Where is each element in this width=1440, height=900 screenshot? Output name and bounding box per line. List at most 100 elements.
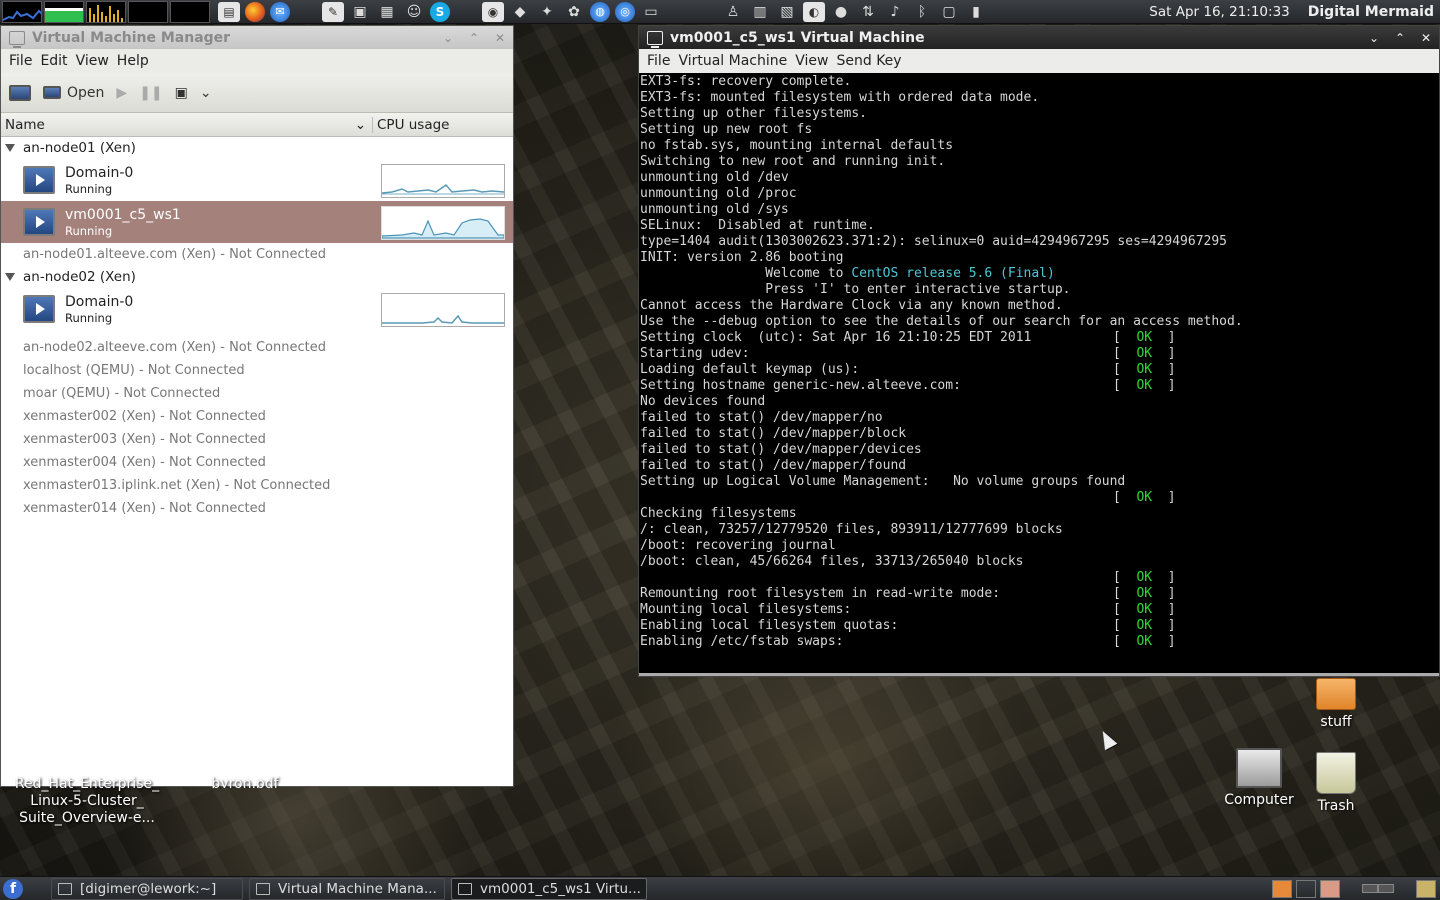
taskbar-button[interactable]: Virtual Machine Mana... [249,877,445,900]
vm-row-selected[interactable]: vm0001_c5_ws1 Running [1,201,513,243]
menu-file[interactable]: File [5,53,36,69]
window-icon[interactable] [1320,879,1340,898]
workspace-switcher[interactable] [1362,884,1394,893]
connection-row[interactable]: an-node02.alteeve.com (Xen) - Not Connec… [1,336,513,359]
calculator-icon[interactable]: ▦ [376,2,398,22]
ok-status: [ OK ] [1113,490,1176,505]
cpu-monitor-graph[interactable] [2,0,42,23]
firefox-icon[interactable]: ● [245,1,265,22]
run-button[interactable]: ▶ [116,85,127,101]
show-desktop-icon[interactable] [1416,879,1436,898]
user-menu[interactable]: Digital Mermaid [1308,4,1434,20]
drive-icon[interactable]: ▥ [749,2,771,22]
console-line: /boot: recovering journal [640,538,1439,554]
expander-icon[interactable] [5,144,15,152]
bluetooth-icon[interactable]: ᛒ [911,2,933,22]
skype-icon[interactable]: S [430,1,450,22]
console-line: failed to stat() /dev/mapper/devices [640,442,1439,458]
host-row[interactable]: an-node01 (Xen) [1,137,513,159]
new-vm-button[interactable] [9,84,31,101]
pause-button[interactable]: ❚❚ [139,85,162,101]
load-monitor-graph[interactable] [170,0,210,23]
notes-icon[interactable]: ◉ [482,1,504,22]
menu-send-key[interactable]: Send Key [832,53,905,69]
network-sphere-icon[interactable]: ◍ [590,1,610,22]
pidgin-icon[interactable]: ☺ [403,2,425,22]
maximize-icon[interactable]: ⌃ [461,31,487,45]
terminal-icon[interactable]: ▤ [218,1,240,22]
vm-row[interactable]: Domain-0 Running [1,288,513,330]
column-cpu[interactable]: CPU usage [373,117,449,133]
text-editor-icon[interactable]: ✎ [322,1,344,22]
connection-row[interactable]: xenmaster004 (Xen) - Not Connected [1,451,513,474]
desktop-icon-stuff[interactable]: stuff [1310,678,1362,730]
menu-help[interactable]: Help [113,53,153,69]
menu-edit[interactable]: Edit [36,53,71,69]
menu-virtual-machine[interactable]: Virtual Machine [674,53,791,69]
fedora-menu-icon[interactable]: f [3,878,23,899]
firefox-window-icon[interactable] [1272,879,1292,898]
console-icon[interactable]: ▣ [349,2,371,22]
taskbar-button[interactable]: [digimer@lework:~] [51,877,243,900]
taskbar-label: [digimer@lework:~] [80,880,217,897]
image-viewer-icon[interactable]: ✿ [563,2,585,22]
vm-titlebar[interactable]: vm0001_c5_ws1 Virtual Machine ⌄ ⌃ ✕ [639,26,1439,49]
workspace-2[interactable] [1378,884,1394,893]
column-name[interactable]: Name ⌄ [1,116,373,133]
desktop-document-label[interactable]: byron.pdf [205,776,285,788]
connection-row[interactable]: localhost (QEMU) - Not Connected [1,359,513,382]
host-row[interactable]: an-node02 (Xen) [1,266,513,288]
menu-view[interactable]: View [72,53,113,69]
vm-manager-icon[interactable]: ▭ [640,2,662,22]
network-icon[interactable]: ⇅ [857,2,879,22]
remote-desktop-icon[interactable]: ◎ [615,1,635,22]
gimp-icon[interactable]: ✦ [536,2,558,22]
close-icon[interactable]: ✕ [487,31,513,45]
desktop-document-label[interactable]: Red_Hat_Enterprise_ Linux-5-Cluster_ Sui… [12,776,162,827]
expander-icon[interactable] [5,273,15,281]
console-text: failed to stat() /dev/mapper/no [640,410,883,425]
console-text: _ [640,666,648,676]
swap-monitor-graph[interactable] [128,0,168,23]
inkscape-icon[interactable]: ◆ [509,2,531,22]
connection-row[interactable]: an-node01.alteeve.com (Xen) - Not Connec… [1,243,513,266]
minimize-icon[interactable]: ⌄ [1361,31,1387,45]
update-notifier-icon[interactable]: ● [830,2,852,22]
connection-row[interactable]: xenmaster002 (Xen) - Not Connected [1,405,513,428]
close-icon[interactable]: ✕ [1413,31,1439,45]
thunderbird-icon[interactable]: ✉ [270,1,290,22]
connection-row[interactable]: xenmaster003 (Xen) - Not Connected [1,428,513,451]
menu-file[interactable]: File [643,53,674,69]
workspace-1[interactable] [1362,884,1378,893]
clock[interactable]: Sat Apr 16, 21:10:33 [1149,4,1289,20]
window-icon[interactable] [1296,879,1316,898]
user-switch-icon[interactable]: ♙ [722,2,744,22]
menu-view[interactable]: View [791,53,832,69]
cpu-usage-graph [381,293,505,327]
vm-row[interactable]: Domain-0 Running [1,159,513,201]
memory-monitor-graph[interactable] [44,0,84,23]
console-text: unmounting old /proc [640,186,797,201]
console-text: type=1404 audit(1303002623.371:2): selin… [640,234,1227,249]
connection-row[interactable]: moar (QEMU) - Not Connected [1,382,513,405]
cpufreq-icon[interactable]: ▧ [776,2,798,22]
mouse-pointer-icon [1096,727,1118,751]
connection-row[interactable]: xenmaster014 (Xen) - Not Connected [1,497,513,520]
display-icon[interactable]: ▢ [938,2,960,22]
network-monitor-graph[interactable] [86,0,126,23]
taskbar-button-active[interactable]: vm0001_c5_ws1 Virtu... [451,877,647,900]
shutdown-menu-button[interactable]: ⌄ [200,85,212,101]
open-button[interactable]: Open [43,85,104,101]
vmm-titlebar[interactable]: Virtual Machine Manager ⌄ ⌃ ✕ [1,26,513,49]
console-text: Use the --debug option to see the detail… [640,314,1243,329]
desktop-icon-computer[interactable]: Computer [1222,748,1296,808]
vm-console-screen[interactable]: EXT3-fs: recovery complete. EXT3-fs: moun… [639,74,1439,676]
battery-icon[interactable]: ▮ [965,2,987,22]
updates-icon[interactable]: ◐ [803,1,825,22]
minimize-icon[interactable]: ⌄ [435,31,461,45]
volume-icon[interactable]: ♪ [884,2,906,22]
desktop-icon-trash[interactable]: Trash [1308,752,1364,814]
connection-row[interactable]: xenmaster013.iplink.net (Xen) - Not Conn… [1,474,513,497]
maximize-icon[interactable]: ⌃ [1387,31,1413,45]
shutdown-button[interactable]: ▣ [175,85,188,101]
